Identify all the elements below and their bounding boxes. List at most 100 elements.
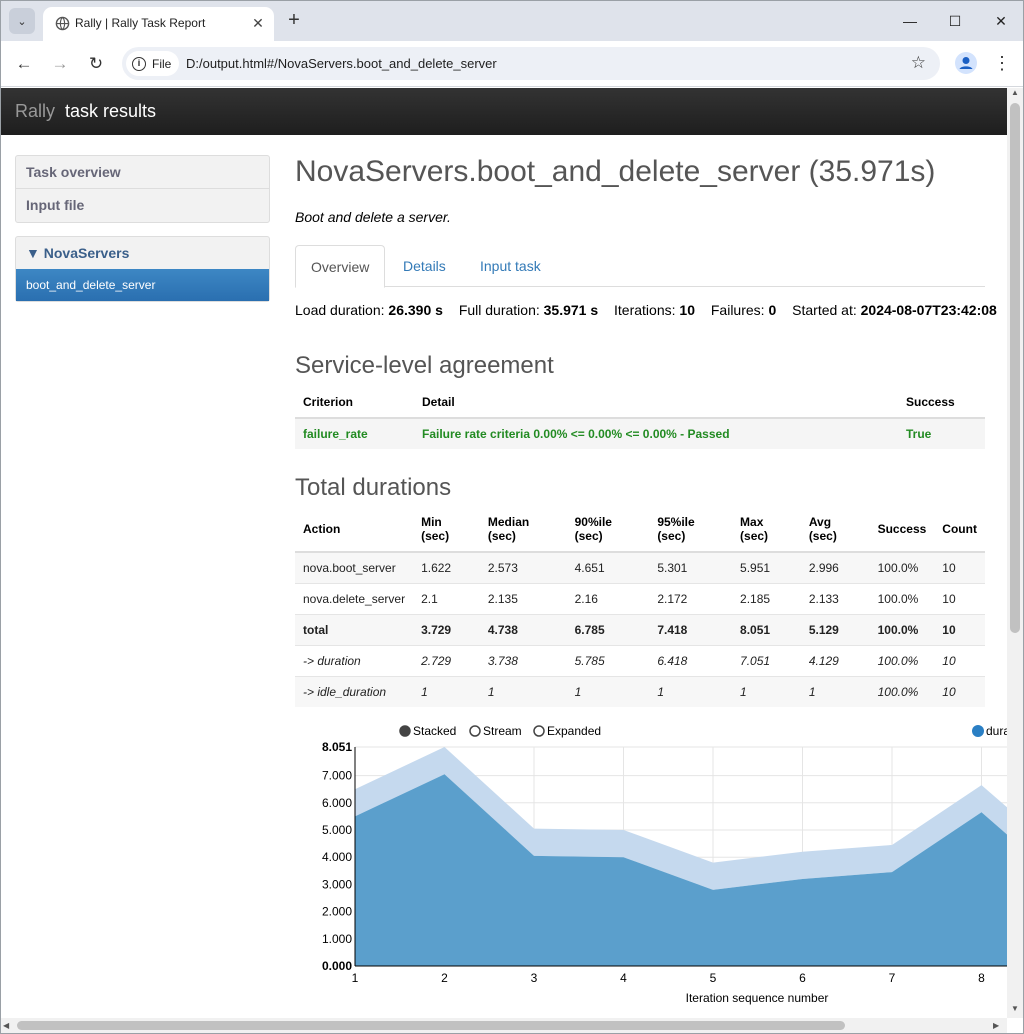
durations-cell: 7.418 [649, 613, 733, 645]
brand-logo[interactable]: Rally [15, 101, 55, 122]
durations-chart: Stacked Stream Expanded dura 0.000 1.000 2.000… [322, 724, 1007, 1005]
header-title: task results [65, 101, 157, 121]
load-duration-value: 26.390 s [388, 302, 443, 318]
table-row: -> duration 2.729 3.738 5.785 6.418 7.051 4.12… [295, 644, 985, 676]
x-tick-label: 4 [620, 971, 627, 985]
forward-icon[interactable]: → [47, 51, 73, 77]
x-axis-label: Iteration sequence number [686, 991, 829, 1005]
tab-close-icon[interactable]: ✕ [248, 13, 268, 33]
durations-cell: 100.0% [869, 644, 935, 676]
durations-cell: 7.051 [732, 644, 801, 676]
tab-details[interactable]: Details [388, 245, 461, 287]
durations-cell: 2.16 [566, 582, 650, 614]
x-tick-label: 1 [352, 971, 359, 985]
vertical-scroll-thumb[interactable] [1010, 103, 1020, 633]
started-at-label: Started at: [792, 302, 857, 318]
durations-cell: 3.729 [413, 613, 480, 645]
durations-cell: -> duration [295, 644, 414, 676]
table-row: total 3.729 4.738 6.785 7.418 8.051 5.129 100.0… [295, 613, 985, 645]
url-text[interactable]: D:/output.html#/NovaServers.boot_and_del… [186, 56, 497, 71]
minimize-icon[interactable]: — [895, 7, 925, 35]
durations-cell: 1 [649, 675, 733, 707]
durations-cell: 1.622 [413, 551, 480, 583]
durations-col-header: Success [869, 506, 935, 553]
sla-col-success: Success [898, 386, 985, 419]
back-icon[interactable]: ← [11, 51, 37, 77]
iterations-label: Iterations: [614, 302, 676, 318]
table-row: nova.delete_server 2.1 2.135 2.16 2.172 2.185… [295, 582, 985, 614]
durations-col-header: Median (sec) [479, 506, 567, 553]
full-duration-label: Full duration: [458, 302, 540, 318]
sidebar-group: ▼ NovaServers boot_and_delete_server [15, 236, 270, 302]
durations-cell: 10 [934, 582, 985, 614]
tab-overview[interactable]: Overview [295, 245, 386, 288]
scroll-down-icon[interactable]: ▼ [1007, 1004, 1023, 1018]
durations-cell: 2.133 [800, 582, 870, 614]
table-row: -> idle_duration 1 1 1 1 1 1 100.0% 10 [295, 675, 985, 707]
bookmark-star-icon[interactable]: ☆ [911, 53, 926, 73]
full-duration-value: 35.971 s [543, 302, 599, 318]
run-stats: Load duration: 26.390 s Full duration: 3… [295, 302, 997, 318]
sidebar-item-boot-and-delete-server[interactable]: boot_and_delete_server [16, 269, 269, 301]
sidebar-nav: Task overview Input file [15, 155, 270, 223]
sidebar-item-task-overview[interactable]: Task overview [16, 156, 269, 189]
browser-tab[interactable]: Rally | Rally Task Report ✕ [43, 7, 274, 41]
durations-cell: 100.0% [869, 551, 935, 583]
sla-table: Criterion Detail Success failure_rate Fa… [295, 386, 985, 449]
durations-cell: 10 [934, 551, 985, 583]
x-tick-label: 5 [710, 971, 717, 985]
durations-cell: 5.301 [649, 551, 733, 583]
sidebar-item-input-file[interactable]: Input file [16, 189, 269, 222]
site-info-chip[interactable]: i File [126, 51, 180, 76]
durations-cell: 1 [413, 675, 480, 707]
tab-strip: ⌄ Rally | Rally Task Report ✕ + — ☐ ✕ [1, 1, 1023, 41]
scroll-up-icon[interactable]: ▲ [1007, 88, 1023, 102]
horizontal-scroll-thumb[interactable] [17, 1021, 845, 1030]
scroll-right-icon[interactable]: ▶ [993, 1018, 1005, 1033]
durations-cell: nova.delete_server [295, 582, 414, 614]
y-tick-label: 7.000 [322, 769, 352, 783]
durations-col-header: Max (sec) [732, 506, 801, 553]
durations-cell: 1 [566, 675, 650, 707]
y-tick-label: 0.000 [322, 959, 352, 973]
file-chip-label: File [152, 56, 172, 71]
durations-cell: 100.0% [869, 675, 935, 707]
tab-input-task[interactable]: Input task [465, 245, 556, 287]
durations-cell: 2.185 [732, 582, 801, 614]
x-tick-label: 6 [799, 971, 806, 985]
durations-cell: 100.0% [869, 613, 935, 645]
durations-cell: 5.129 [800, 613, 870, 645]
x-tick-label: 3 [531, 971, 538, 985]
address-bar[interactable]: i File D:/output.html#/NovaServers.boot_… [122, 47, 940, 80]
maximize-icon[interactable]: ☐ [940, 7, 970, 35]
new-tab-icon[interactable]: + [283, 9, 305, 31]
sla-cell: True [898, 417, 985, 449]
durations-cell: 6.785 [566, 613, 650, 645]
page-title: NovaServers.boot_and_delete_server (35.9… [295, 155, 936, 188]
durations-cell: 1 [732, 675, 801, 707]
durations-cell: 10 [934, 644, 985, 676]
durations-cell: 10 [934, 613, 985, 645]
reload-icon[interactable]: ↻ [83, 51, 109, 77]
durations-cell: 100.0% [869, 582, 935, 614]
close-window-icon[interactable]: ✕ [986, 7, 1016, 35]
durations-cell: 5.951 [732, 551, 801, 583]
durations-cell: 2.996 [800, 551, 870, 583]
durations-cell: 2.135 [479, 582, 567, 614]
chart-control-label: Stream [483, 724, 522, 738]
scroll-left-icon[interactable]: ◀ [3, 1018, 15, 1033]
chart-control-expanded-radio [533, 725, 545, 737]
tab-search-icon[interactable]: ⌄ [9, 8, 35, 34]
y-tick-label: 2.000 [322, 905, 352, 919]
browser-menu-icon[interactable]: ⋮ [993, 52, 1011, 74]
x-tick-label: 2 [441, 971, 448, 985]
durations-cell: 4.738 [479, 613, 567, 645]
y-tick-label: 4.000 [322, 850, 352, 864]
horizontal-scrollbar[interactable]: ◀ ▶ [1, 1018, 1007, 1033]
sla-cell: Failure rate criteria 0.00% <= 0.00% <= … [414, 417, 898, 449]
sla-col-detail: Detail [414, 386, 898, 419]
chart-control-stacked-radio [399, 725, 411, 737]
vertical-scrollbar[interactable]: ▲ ▼ [1007, 88, 1023, 1018]
sidebar-group-novaservers[interactable]: ▼ NovaServers [16, 237, 269, 269]
profile-avatar-icon[interactable] [955, 52, 977, 74]
